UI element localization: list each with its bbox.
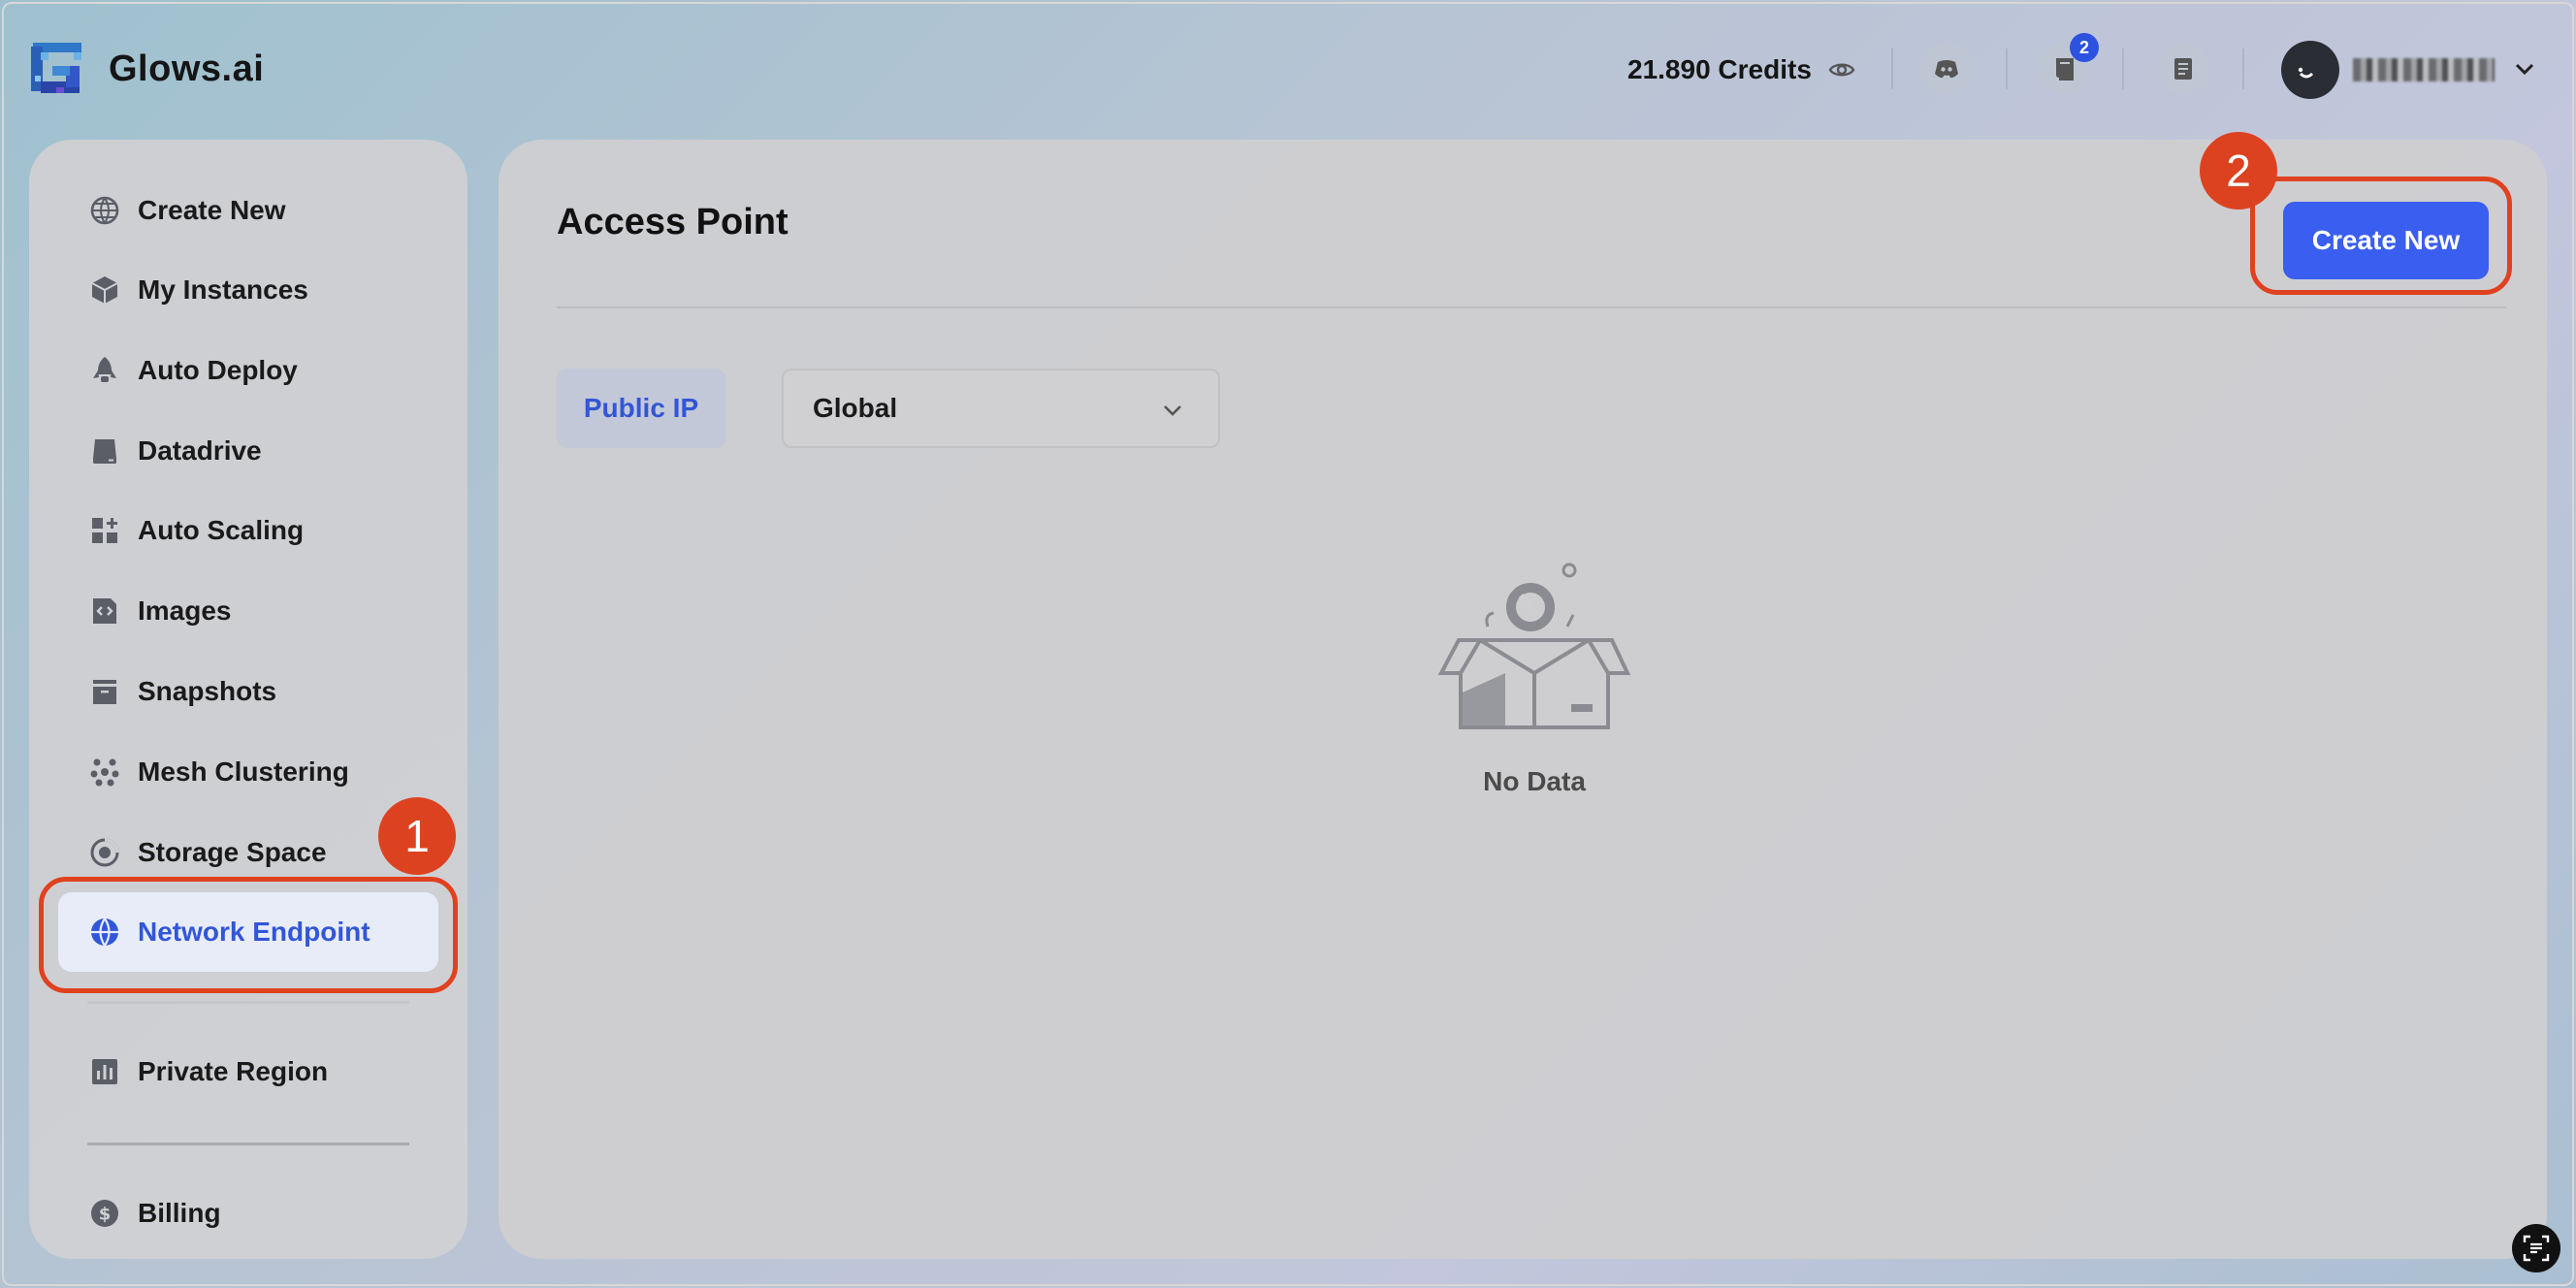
sidebar-item-label: Create New [138,195,286,225]
sidebar-item-label: Billing [138,1198,221,1228]
notification-badge: 2 [2070,33,2099,62]
sidebar-divider [87,1143,409,1145]
sidebar-item-images[interactable]: Images [58,571,438,651]
chevron-down-icon[interactable] [2512,56,2537,81]
chevron-down-icon [1164,405,1181,416]
user-avatar[interactable] [2281,41,2339,99]
sidebar-item-label: Private Region [138,1056,329,1086]
empty-state-text: No Data [1483,766,1586,796]
callout-number-1: 1 [378,797,456,875]
region-select[interactable]: Global [782,369,1220,448]
sidebar-item-network-endpoint[interactable]: Network Endpoint [58,892,438,972]
drive-icon [93,439,116,464]
sidebar-item-my-instances[interactable]: My Instances [58,250,438,330]
discord-button[interactable] [1920,43,1973,95]
avatar-face-icon [2298,67,2314,79]
header-divider [1891,48,1893,89]
header-divider [2122,48,2124,89]
globe-icon [91,918,118,947]
title-divider [557,306,2506,308]
globe-grid-icon [90,196,119,225]
sidebar-item-auto-scaling[interactable]: Auto Scaling [58,491,438,570]
sidebar-item-label: Snapshots [138,676,277,706]
grid-plus-icon [92,518,117,543]
sidebar-item-auto-deploy[interactable]: Auto Deploy [58,331,438,410]
sidebar-item-label: Images [138,596,232,626]
code-file-icon [93,598,116,624]
sidebar-item-label: My Instances [138,274,308,305]
page-title: Access Point [557,202,789,242]
create-new-button[interactable]: Create New [2283,202,2489,279]
sidebar-item-label: Auto Deploy [138,355,298,385]
sidebar-item-label: Datadrive [138,435,262,466]
user-name-redacted[interactable] [2353,58,2495,81]
sidebar-item-label: Storage Space [138,837,327,867]
credits-display[interactable]: 21.890 Credits [1627,54,1856,85]
sidebar-item-label: Mesh Clustering [138,757,349,787]
screen-capture-button[interactable] [2512,1224,2560,1272]
tab-public-ip[interactable]: Public IP [557,369,725,448]
sidebar: Create New My Instances Auto Deploy Data… [29,140,467,1259]
rocket-icon [93,357,116,382]
document-icon [2174,58,2192,80]
sidebar-item-mesh-clustering[interactable]: Mesh Clustering [58,732,438,812]
header-divider [2006,48,2008,89]
sidebar-item-snapshots[interactable]: Snapshots [58,652,438,731]
sidebar-item-billing[interactable]: $ Billing [58,1174,438,1253]
empty-box-icon [1437,563,1631,729]
docs-button[interactable] [2157,43,2209,95]
cluster-icon [90,758,119,787]
sidebar-divider [87,1001,409,1004]
dollar-icon: $ [91,1200,118,1227]
sidebar-item-private-region[interactable]: Private Region [58,1032,438,1111]
credits-amount: 21.890 Credits [1627,54,1812,84]
svg-text:$: $ [99,1205,112,1225]
region-select-value: Global [813,393,898,423]
glows-logo-icon[interactable] [27,39,87,99]
sidebar-item-label: Network Endpoint [138,917,370,947]
brand-name[interactable]: Glows.ai [109,48,264,90]
discord-icon [1935,60,1958,79]
scan-text-icon [2523,1235,2550,1262]
sidebar-item-create-new[interactable]: Create New [58,171,438,250]
notifications-button[interactable]: 2 [2039,33,2099,95]
chart-icon [92,1059,117,1084]
eye-icon[interactable] [1827,55,1856,84]
callout-number-2: 2 [2200,132,2277,209]
header-divider [2242,48,2244,89]
archive-icon [93,680,116,704]
disc-icon [90,838,119,867]
sidebar-item-datadrive[interactable]: Datadrive [58,411,438,491]
main-panel: Access Point Create New Public IP Global… [499,140,2547,1259]
cube-icon [91,276,118,304]
sidebar-item-label: Auto Scaling [138,515,305,545]
